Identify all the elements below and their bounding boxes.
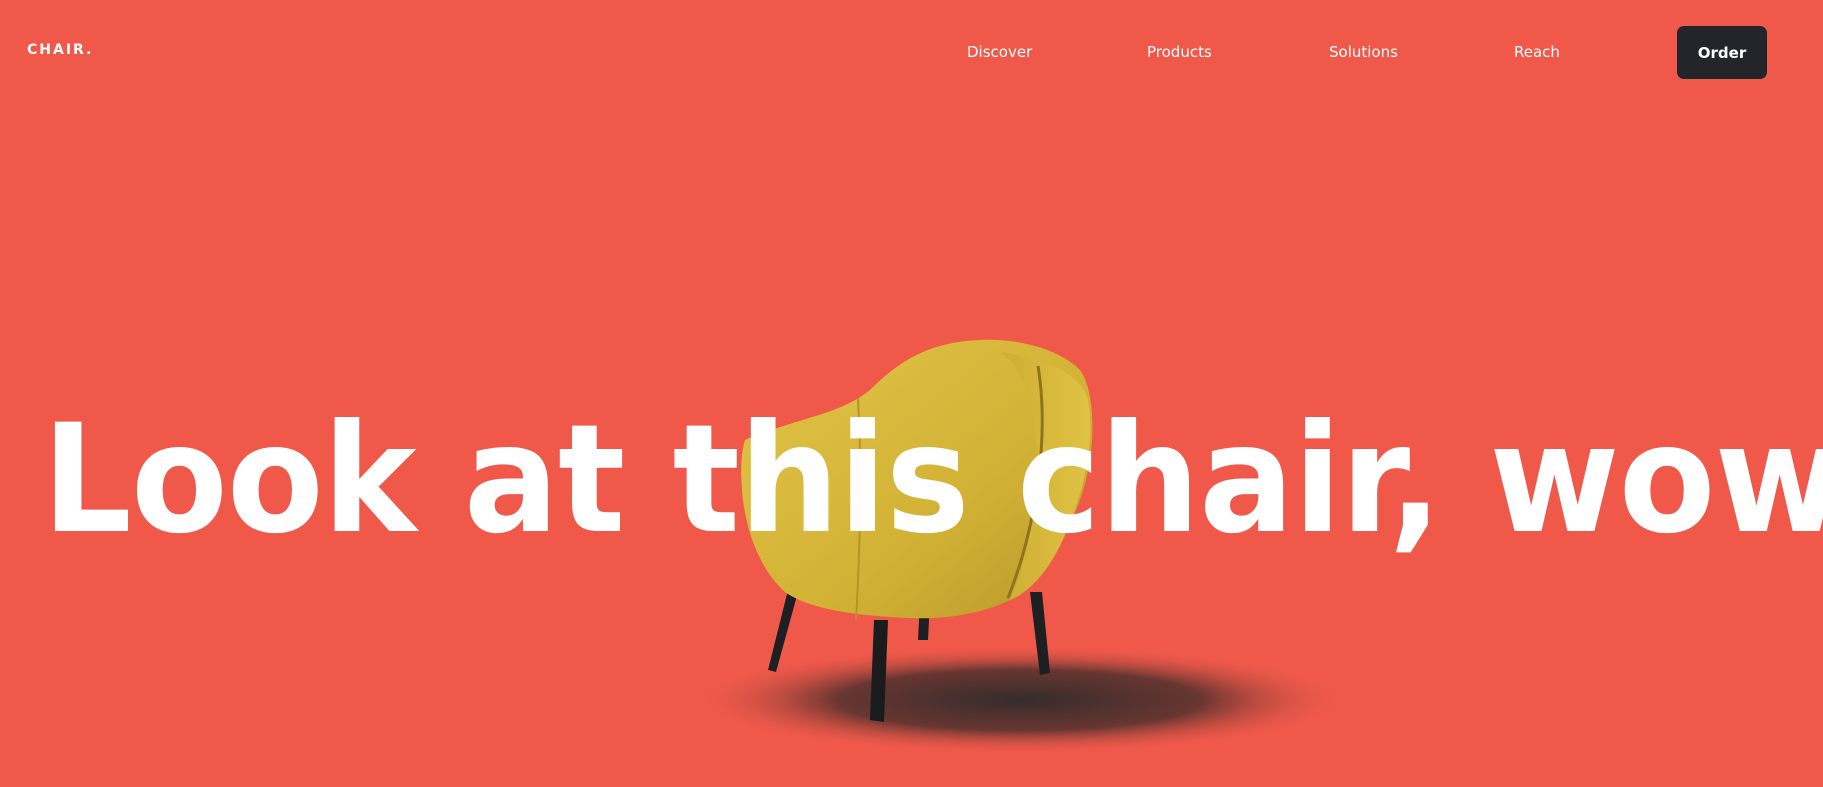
hero-headline: Look at this chair, wow!: [42, 393, 1823, 567]
top-navigation: CHAIR. Discover Products Solutions Reach…: [0, 0, 1823, 106]
nav-link-products[interactable]: Products: [1147, 43, 1212, 61]
nav-link-solutions[interactable]: Solutions: [1329, 43, 1398, 61]
order-button[interactable]: Order: [1677, 26, 1767, 79]
logo[interactable]: CHAIR.: [27, 42, 93, 58]
nav-link-discover[interactable]: Discover: [967, 43, 1032, 61]
page: CHAIR. Discover Products Solutions Reach…: [0, 0, 1823, 787]
nav-link-reach[interactable]: Reach: [1514, 43, 1560, 61]
